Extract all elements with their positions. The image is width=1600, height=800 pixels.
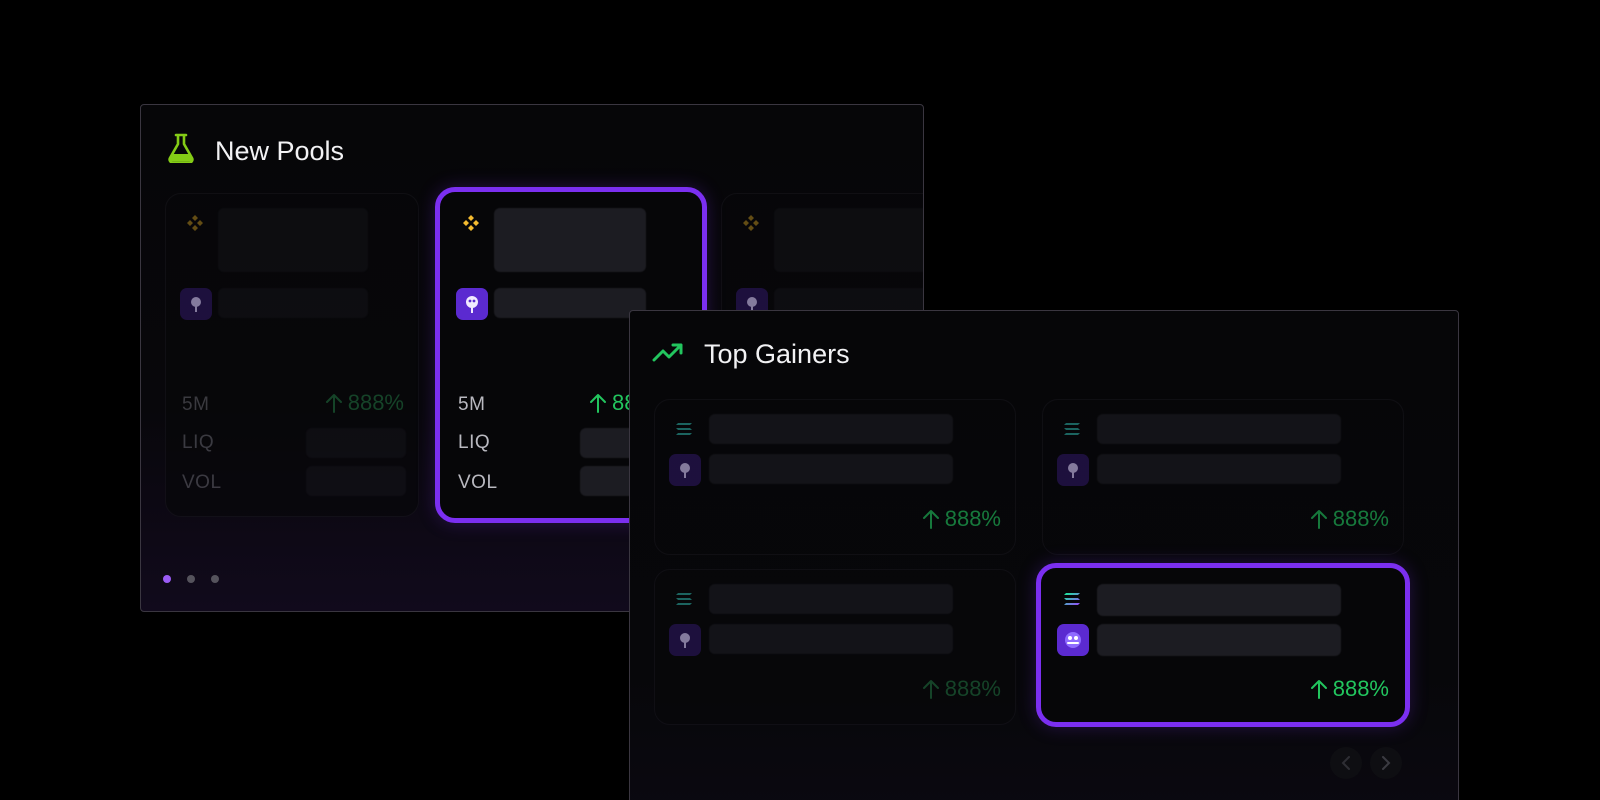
gainer-card-selected[interactable]: 888% <box>1036 563 1410 727</box>
chevron-right-icon <box>1382 756 1391 770</box>
solana-icon <box>1061 588 1083 610</box>
arrow-up-icon <box>922 510 939 529</box>
five-min-label: 5M <box>182 394 210 415</box>
panel-title: Top Gainers <box>704 339 850 369</box>
liq-value-placeholder <box>306 428 406 458</box>
token-avatar <box>456 288 488 320</box>
chevron-left-icon <box>1341 756 1350 770</box>
token-symbol-placeholder <box>218 288 368 318</box>
arrow-up-icon <box>922 680 939 699</box>
bnb-chain-icon <box>460 212 482 234</box>
new-pools-header: New Pools <box>167 133 344 170</box>
token-name-placeholder <box>709 414 953 444</box>
token-symbol-placeholder <box>709 624 953 654</box>
token-symbol-placeholder <box>494 288 646 318</box>
solana-icon <box>673 588 695 610</box>
vol-value-placeholder <box>306 466 406 496</box>
bnb-chain-icon <box>740 212 762 234</box>
arrow-up-icon <box>1310 680 1327 699</box>
token-name-placeholder <box>774 208 923 272</box>
pagination-dots <box>163 575 219 583</box>
token-name-placeholder <box>494 208 646 272</box>
token-avatar <box>1057 624 1089 656</box>
page-dot[interactable] <box>211 575 219 583</box>
arrow-up-icon <box>325 394 342 413</box>
page-dot[interactable] <box>187 575 195 583</box>
gainer-card[interactable]: 888% <box>654 569 1016 725</box>
token-symbol-placeholder <box>709 454 953 484</box>
vol-label: VOL <box>182 472 222 493</box>
price-change: 888% <box>1309 506 1389 532</box>
price-change: 888% <box>921 506 1001 532</box>
token-name-placeholder <box>709 584 953 614</box>
price-change: 888% <box>1309 676 1389 702</box>
pool-card[interactable]: 5M 888% LIQ VOL <box>165 193 419 517</box>
flask-icon <box>167 133 195 170</box>
token-name-placeholder <box>1097 584 1341 616</box>
solana-icon <box>1061 418 1083 440</box>
token-avatar <box>669 454 701 486</box>
prev-page-button[interactable] <box>1330 747 1362 779</box>
five-min-change: 888% <box>324 390 404 416</box>
token-symbol-placeholder <box>1097 624 1341 656</box>
token-avatar <box>669 624 701 656</box>
arrow-up-icon <box>1310 510 1327 529</box>
top-gainers-panel: Top Gainers 888% 888% 888% 888% <box>629 310 1459 800</box>
liq-label: LIQ <box>458 432 491 453</box>
trending-up-icon <box>652 339 684 370</box>
liq-label: LIQ <box>182 432 215 453</box>
top-gainers-header: Top Gainers <box>652 339 850 370</box>
panel-title: New Pools <box>215 136 345 166</box>
arrow-up-icon <box>590 394 606 413</box>
price-change: 888% <box>921 676 1001 702</box>
vol-label: VOL <box>458 472 498 493</box>
bnb-chain-icon <box>184 212 206 234</box>
gainer-card[interactable]: 888% <box>654 399 1016 555</box>
gainer-card[interactable]: 888% <box>1042 399 1404 555</box>
five-min-label: 5M <box>458 394 486 415</box>
token-avatar <box>1057 454 1089 486</box>
token-avatar <box>180 288 212 320</box>
next-page-button[interactable] <box>1370 747 1402 779</box>
token-name-placeholder <box>1097 414 1341 444</box>
token-symbol-placeholder <box>1097 454 1341 484</box>
solana-icon <box>673 418 695 440</box>
token-name-placeholder <box>218 208 368 272</box>
page-dot-active[interactable] <box>163 575 171 583</box>
